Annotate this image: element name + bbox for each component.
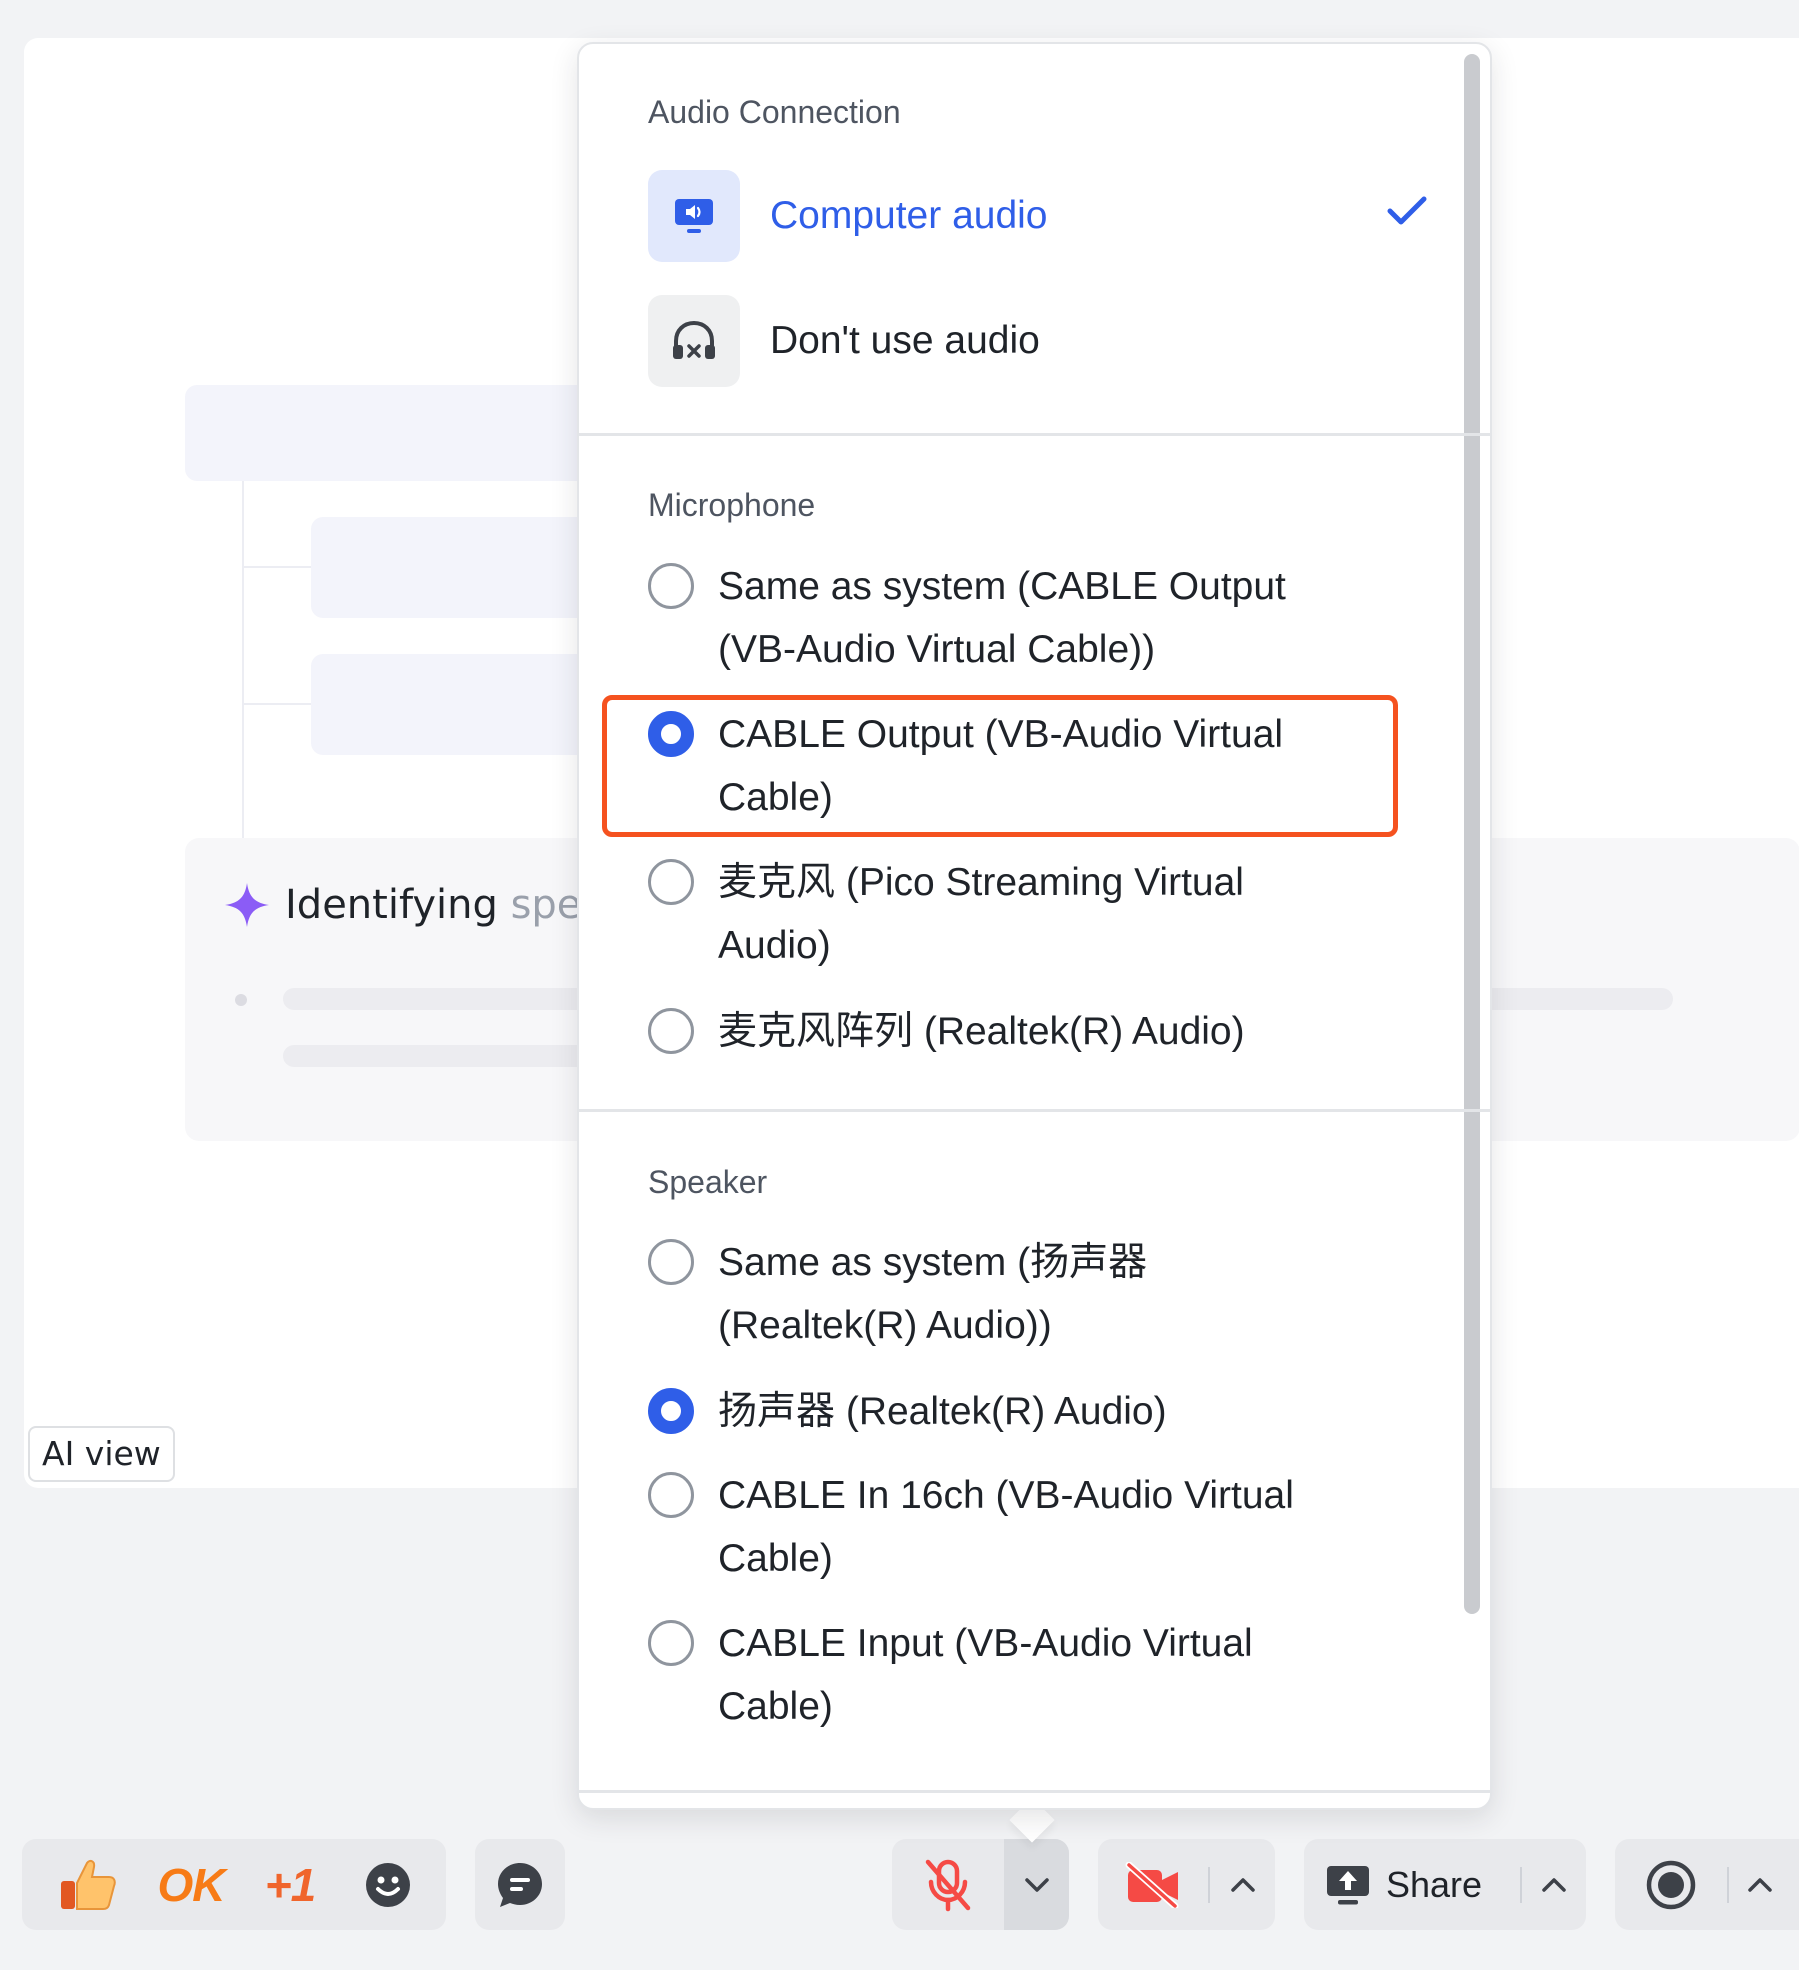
radio-button-checked[interactable] bbox=[648, 711, 694, 757]
section-divider bbox=[579, 433, 1491, 436]
speaker-option-label: CABLE Input (VB-Audio Virtual Cable) bbox=[718, 1622, 1253, 1728]
share-screen-icon bbox=[1327, 1865, 1369, 1904]
skeleton-bullet bbox=[235, 994, 247, 1006]
ai-status-text: Identifying speal bbox=[285, 882, 618, 928]
radio-button[interactable] bbox=[648, 1620, 694, 1666]
mic-options-dropdown[interactable] bbox=[1004, 1839, 1069, 1930]
headphones-off-icon bbox=[673, 320, 715, 359]
chat-icon bbox=[498, 1862, 542, 1907]
radio-button[interactable] bbox=[648, 1008, 694, 1054]
share-options-dropdown[interactable] bbox=[1522, 1839, 1586, 1930]
computer-audio-icon-box bbox=[648, 170, 740, 262]
skeleton-block bbox=[311, 654, 611, 755]
camera-control bbox=[1098, 1839, 1275, 1930]
dont-use-audio-icon-box bbox=[648, 295, 740, 387]
audio-settings-dropdown: Audio Connection Computer audio Don't us… bbox=[577, 42, 1492, 1810]
chevron-up-icon bbox=[1230, 1877, 1255, 1892]
radio-button[interactable] bbox=[648, 563, 694, 609]
microphone-title: Microphone bbox=[648, 487, 816, 523]
radio-button-checked[interactable] bbox=[648, 1388, 694, 1434]
speaker-option-label: 扬声器 (Realtek(R) Audio) bbox=[718, 1390, 1167, 1433]
dont-use-audio-label: Don't use audio bbox=[770, 319, 1040, 362]
audio-connection-title: Audio Connection bbox=[648, 94, 901, 130]
chevron-up-icon bbox=[1542, 1877, 1566, 1892]
ok-reaction-label: OK bbox=[157, 1858, 226, 1911]
mic-muted-icon bbox=[925, 1859, 971, 1911]
radio-button[interactable] bbox=[648, 1472, 694, 1518]
microphone-option-label: 麦克风 (Pico Streaming Virtual Audio) bbox=[718, 861, 1244, 967]
chat-button[interactable] bbox=[475, 1839, 565, 1930]
skeleton-block bbox=[185, 385, 605, 481]
microphone-control bbox=[892, 1839, 1069, 1930]
scrollbar-thumb[interactable] bbox=[1464, 54, 1480, 1614]
microphone-option-label: 麦克风阵列 (Realtek(R) Audio) bbox=[718, 1010, 1245, 1053]
reactions-bar: OK +1 bbox=[22, 1839, 446, 1930]
camera-toggle-button[interactable] bbox=[1098, 1839, 1208, 1930]
record-icon bbox=[1646, 1860, 1696, 1909]
emoji-picker-button[interactable] bbox=[348, 1839, 428, 1930]
share-button[interactable]: Share bbox=[1324, 1839, 1524, 1930]
chevron-up-icon bbox=[1748, 1877, 1772, 1892]
monitor-speaker-icon bbox=[675, 199, 713, 233]
camera-off-icon bbox=[1125, 1861, 1179, 1908]
plus-one-reaction-label: +1 bbox=[264, 1858, 316, 1911]
checkmark-icon bbox=[1387, 196, 1427, 225]
radio-button[interactable] bbox=[648, 1239, 694, 1285]
record-button[interactable] bbox=[1615, 1839, 1727, 1930]
chat-button-inner bbox=[475, 1839, 565, 1930]
speaker-option-label: Same as system (扬声器 (Realtek(R) Audio)) bbox=[718, 1241, 1148, 1347]
dont-use-audio-option[interactable]: Don't use audio bbox=[648, 295, 1428, 387]
emoji-icon bbox=[366, 1862, 410, 1907]
thumbs-up-icon bbox=[61, 1859, 116, 1910]
mic-toggle-button[interactable] bbox=[892, 1839, 1004, 1930]
speaker-title: Speaker bbox=[648, 1164, 768, 1200]
microphone-option-label: CABLE Output (VB-Audio Virtual Cable) bbox=[718, 713, 1284, 819]
computer-audio-option[interactable]: Computer audio bbox=[648, 170, 1428, 262]
ai-view-button[interactable]: AI view bbox=[28, 1426, 175, 1482]
tree-connector bbox=[242, 703, 312, 705]
microphone-option-label: Same as system (CABLE Output (VB-Audio V… bbox=[718, 565, 1286, 671]
share-control: Share bbox=[1304, 1839, 1586, 1930]
share-label: Share bbox=[1386, 1863, 1483, 1905]
section-divider bbox=[579, 1109, 1491, 1112]
plus-one-reaction[interactable]: +1 bbox=[250, 1839, 330, 1930]
chevron-down-icon bbox=[1024, 1877, 1049, 1892]
camera-options-dropdown[interactable] bbox=[1210, 1839, 1275, 1930]
skeleton-block bbox=[311, 517, 611, 618]
record-control bbox=[1615, 1839, 1799, 1930]
computer-audio-label: Computer audio bbox=[770, 194, 1048, 237]
speaker-option-label: CABLE In 16ch (VB-Audio Virtual Cable) bbox=[718, 1474, 1294, 1580]
radio-button[interactable] bbox=[648, 859, 694, 905]
section-divider bbox=[579, 1790, 1491, 1793]
ok-reaction[interactable]: OK bbox=[146, 1839, 236, 1930]
thumbs-up-reaction[interactable] bbox=[48, 1839, 128, 1930]
record-options-dropdown[interactable] bbox=[1729, 1839, 1791, 1930]
tree-connector bbox=[242, 481, 244, 876]
tree-connector bbox=[242, 566, 312, 568]
sparkle-icon bbox=[225, 883, 269, 927]
